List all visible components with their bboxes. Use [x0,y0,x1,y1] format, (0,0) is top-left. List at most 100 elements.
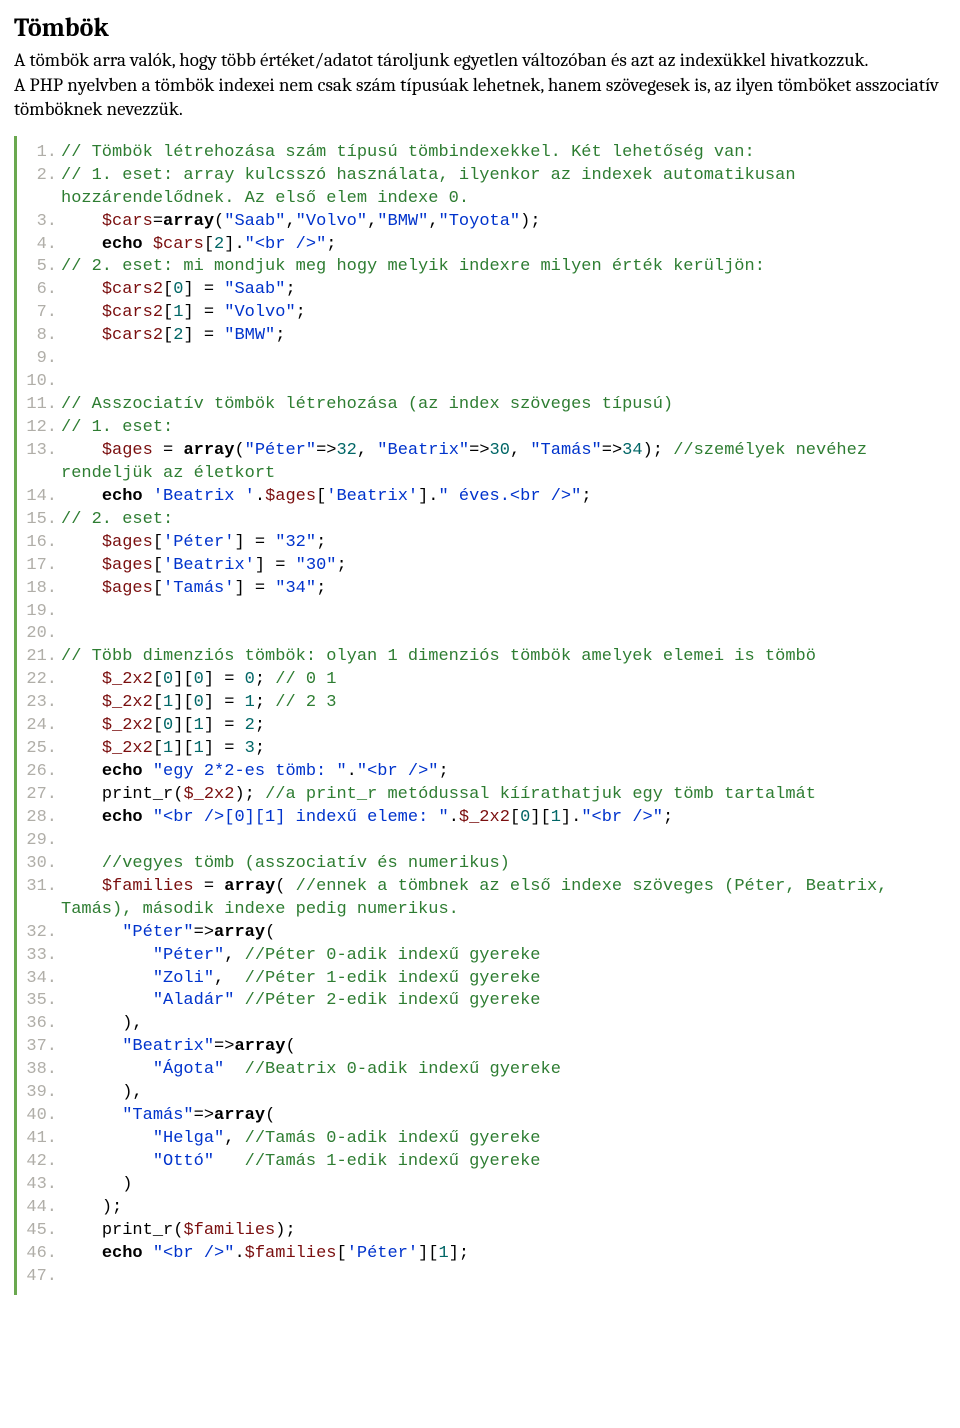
line-number: 1. [23,142,61,165]
code-token-plain [143,808,153,827]
code-token-keyword: echo [102,808,143,827]
code-token-plain [214,1152,245,1171]
line-number: 4. [23,234,61,257]
code-content: $ages['Beatrix'] = "30"; [61,555,946,578]
code-token-plain: , [214,969,245,988]
line-number: 3. [23,211,61,234]
code-line: 35. "Aladár" //Péter 2-edik indexű gyere… [23,990,946,1013]
code-token-num: 32 [336,441,356,460]
code-token-plain: [ [316,487,326,506]
line-number: 39. [23,1082,61,1105]
code-token-plain: ][ [173,739,193,758]
code-content: ), [61,1013,946,1036]
code-token-func: array [214,1106,265,1125]
code-token-plain: ; [581,487,591,506]
code-content: $ages['Tamás'] = "34"; [61,578,946,601]
code-token-str: "Saab" [224,212,285,231]
code-token-plain: print_r( [61,785,183,804]
line-number: 41. [23,1128,61,1151]
code-token-plain: ][ [530,808,550,827]
code-content: "Ottó" //Tamás 1-edik indexű gyereke [61,1151,946,1174]
code-token-plain [61,1267,71,1286]
code-token-plain [61,235,102,254]
line-number: 33. [23,945,61,968]
code-content: $families = array( //ennek a tömbnek az … [61,876,946,922]
code-token-plain [61,854,102,873]
code-token-str: 'Beatrix' [326,487,418,506]
code-token-plain: [ [153,579,163,598]
line-number: 12. [23,417,61,440]
code-line: 24. $_2x2[0][1] = 2; [23,715,946,738]
line-number: 36. [23,1013,61,1036]
code-token-var: $_2x2 [102,739,153,758]
code-content: $cars=array("Saab","Volvo","BMW","Toyota… [61,211,946,234]
code-token-plain [143,1244,153,1263]
code-token-plain: ] = [204,693,245,712]
code-token-comment: // Tömbök létrehozása szám típusú tömbin… [61,143,755,162]
code-token-keyword: echo [102,487,143,506]
code-token-plain [224,1060,244,1079]
code-token-plain [61,1152,153,1171]
line-number: 31. [23,876,61,899]
code-token-plain: ; [296,303,306,322]
code-content [61,623,946,646]
code-token-plain: ); [275,1221,295,1240]
code-token-plain: ][ [418,1244,438,1263]
code-token-str: "Ottó" [153,1152,214,1171]
code-line: 44. ); [23,1197,946,1220]
code-token-num: 2 [214,235,224,254]
code-token-plain [61,877,102,896]
code-token-comment: // 2 3 [275,693,336,712]
code-token-plain: [ [153,556,163,575]
code-token-str: "Ágota" [153,1060,224,1079]
code-content [61,1266,946,1289]
code-token-str: 'Tamás' [163,579,234,598]
code-content: $ages['Péter'] = "32"; [61,532,946,555]
code-token-str: "Péter" [122,923,193,942]
code-token-num: 2 [173,326,183,345]
code-token-plain: ); [520,212,540,231]
code-token-plain: ]. [561,808,581,827]
code-token-plain [61,441,102,460]
code-line: 17. $ages['Beatrix'] = "30"; [23,555,946,578]
code-token-plain: [ [163,303,173,322]
line-number: 35. [23,990,61,1013]
code-token-str: "egy 2*2-es tömb: " [153,762,347,781]
code-line: 16. $ages['Péter'] = "32"; [23,532,946,555]
line-number: 21. [23,646,61,669]
code-token-func: array [163,212,214,231]
code-token-plain: ), [61,1083,143,1102]
code-content: echo $cars[2]."<br />"; [61,234,946,257]
code-token-plain [61,1060,153,1079]
code-token-plain: [ [153,693,163,712]
code-line: 12.// 1. eset: [23,417,946,440]
code-token-str: "<br />" [581,808,663,827]
code-token-plain: ; [285,280,295,299]
code-token-var: $families [102,877,194,896]
code-line: 18. $ages['Tamás'] = "34"; [23,578,946,601]
code-line: 15.// 2. eset: [23,509,946,532]
code-token-str: "<br />" [153,1244,235,1263]
code-token-plain [61,624,71,643]
code-line: 39. ), [23,1082,946,1105]
code-content: print_r($families); [61,1220,946,1243]
code-token-var: $_2x2 [183,785,234,804]
code-line: 41. "Helga", //Tamás 0-adik indexű gyere… [23,1128,946,1151]
line-number: 38. [23,1059,61,1082]
code-token-num: 1 [163,693,173,712]
line-number: 28. [23,807,61,830]
code-line: 1.// Tömbök létrehozása szám típusú tömb… [23,142,946,165]
code-token-comment: // Asszociatív tömbök létrehozása (az in… [61,395,673,414]
code-content [61,371,946,394]
code-token-comment: //a print_r metódussal kíírathatjuk egy … [265,785,816,804]
code-token-plain [61,969,153,988]
line-number: 25. [23,738,61,761]
code-token-plain [143,487,153,506]
line-number: 16. [23,532,61,555]
code-line: 13. $ages = array("Péter"=>32, "Beatrix"… [23,440,946,486]
code-token-plain: ); [61,1198,122,1217]
code-token-str: " éves.<br />" [439,487,582,506]
code-line: 38. "Ágota" //Beatrix 0-adik indexű gyer… [23,1059,946,1082]
code-line: 9. [23,348,946,371]
code-line: 46. echo "<br />".$families['Péter'][1]; [23,1243,946,1266]
